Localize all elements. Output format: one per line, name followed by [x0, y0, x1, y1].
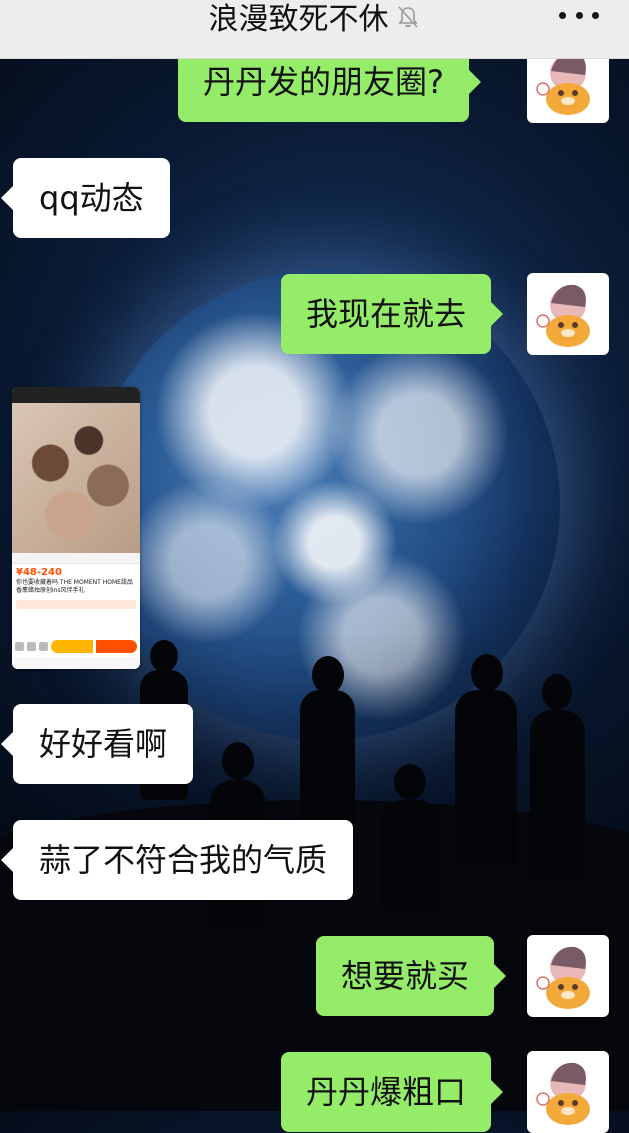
message-bubble-incoming[interactable]: 好好看啊 [0, 704, 194, 784]
message-bubble-incoming[interactable]: qq动态 [1, 158, 170, 238]
add-to-cart-button [51, 639, 93, 653]
message-bubble-outgoing[interactable]: 想要就买 [316, 936, 507, 1016]
more-dots-icon [559, 11, 566, 19]
message-list[interactable]: 丹丹发的朋友圈? qq动态 我现在就去 ¥48-240 你也要收藏着吗 THE … [0, 0, 629, 1133]
product-photo [12, 403, 140, 553]
avatar[interactable] [527, 1051, 609, 1133]
bell-off-icon [395, 3, 421, 29]
product-description: 你也要收藏着吗 THE MOMENT HOME甜品香薰蜡烛原创ins风伴手礼 [16, 579, 133, 594]
avatar[interactable] [527, 935, 609, 1017]
message-bubble-outgoing[interactable]: 我现在就去 [281, 274, 504, 354]
buy-now-button [95, 639, 137, 653]
chat-titlebar: 浪漫致死不休 [0, 0, 629, 59]
chat-title[interactable]: 浪漫致死不休 [209, 0, 389, 38]
message-bubble-incoming[interactable]: 蒜了不符合我的气质 [0, 820, 354, 900]
more-button[interactable] [559, 4, 599, 26]
product-price: ¥48-240 [16, 567, 62, 578]
shared-image-message[interactable]: ¥48-240 你也要收藏着吗 THE MOMENT HOME甜品香薰蜡烛原创i… [12, 387, 140, 669]
message-bubble-outgoing[interactable]: 丹丹爆粗口 [281, 1052, 504, 1132]
avatar[interactable] [527, 273, 609, 355]
